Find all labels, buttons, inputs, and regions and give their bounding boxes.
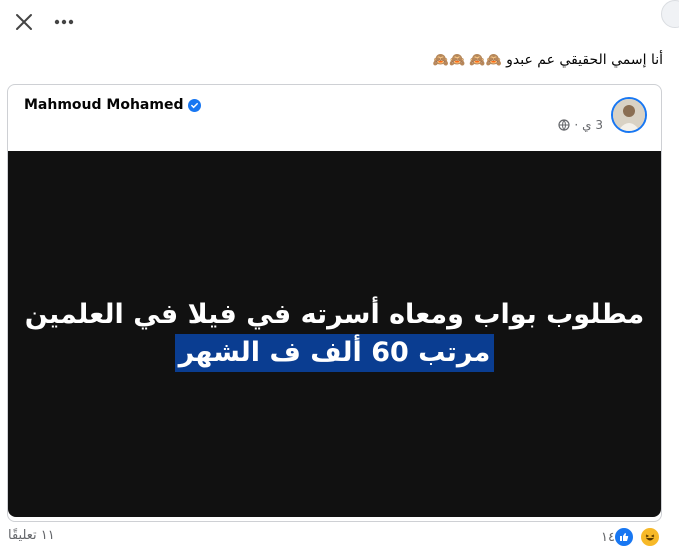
close-button[interactable] <box>10 8 38 36</box>
top-bar <box>0 0 679 44</box>
author-avatar[interactable] <box>611 97 647 133</box>
post-author[interactable]: Mahmoud Mohamed <box>24 97 202 113</box>
reactions-summary[interactable]: ١٤ <box>601 526 661 548</box>
post-image[interactable]: مطلوب بواب ومعاه أسرته في فيلا في العلمي… <box>8 151 661 517</box>
media-text-line-1: مطلوب بواب ومعاه أسرته في فيلا في العلمي… <box>24 299 645 330</box>
comments-count[interactable]: ١١ تعليقًا <box>8 528 55 543</box>
post-footer: ١١ تعليقًا ١٤ <box>0 524 679 550</box>
close-icon <box>16 14 32 30</box>
caption-text: أنا إسمي الحقيقي عم عبدو <box>506 52 663 68</box>
see-no-evil-monkey-emoji: 🙈🙈 🙈🙈 <box>432 53 502 68</box>
more-options-button[interactable] <box>50 8 78 36</box>
more-dots-icon <box>54 19 74 25</box>
like-icon <box>613 526 635 548</box>
separator-dot: · <box>574 118 579 132</box>
person-avatar-icon <box>613 99 645 131</box>
verified-badge-icon <box>188 98 202 112</box>
avatar[interactable] <box>661 0 679 28</box>
post-time[interactable]: 3 ي <box>582 118 603 132</box>
author-name[interactable]: Mahmoud Mohamed <box>24 97 183 113</box>
reactions-count: ١٤ <box>601 529 615 545</box>
media-text-line-2: مرتب 60 ألف ف الشهر <box>174 334 495 372</box>
haha-icon <box>639 526 661 548</box>
globe-icon <box>558 119 570 131</box>
post-caption: أنا إسمي الحقيقي عم عبدو 🙈🙈 🙈🙈 <box>433 52 663 68</box>
shared-post-card[interactable]: Mahmoud Mohamed 3 ي · مطلوب بواب ومعاه أ… <box>7 84 662 522</box>
post-meta: 3 ي · <box>558 118 603 132</box>
